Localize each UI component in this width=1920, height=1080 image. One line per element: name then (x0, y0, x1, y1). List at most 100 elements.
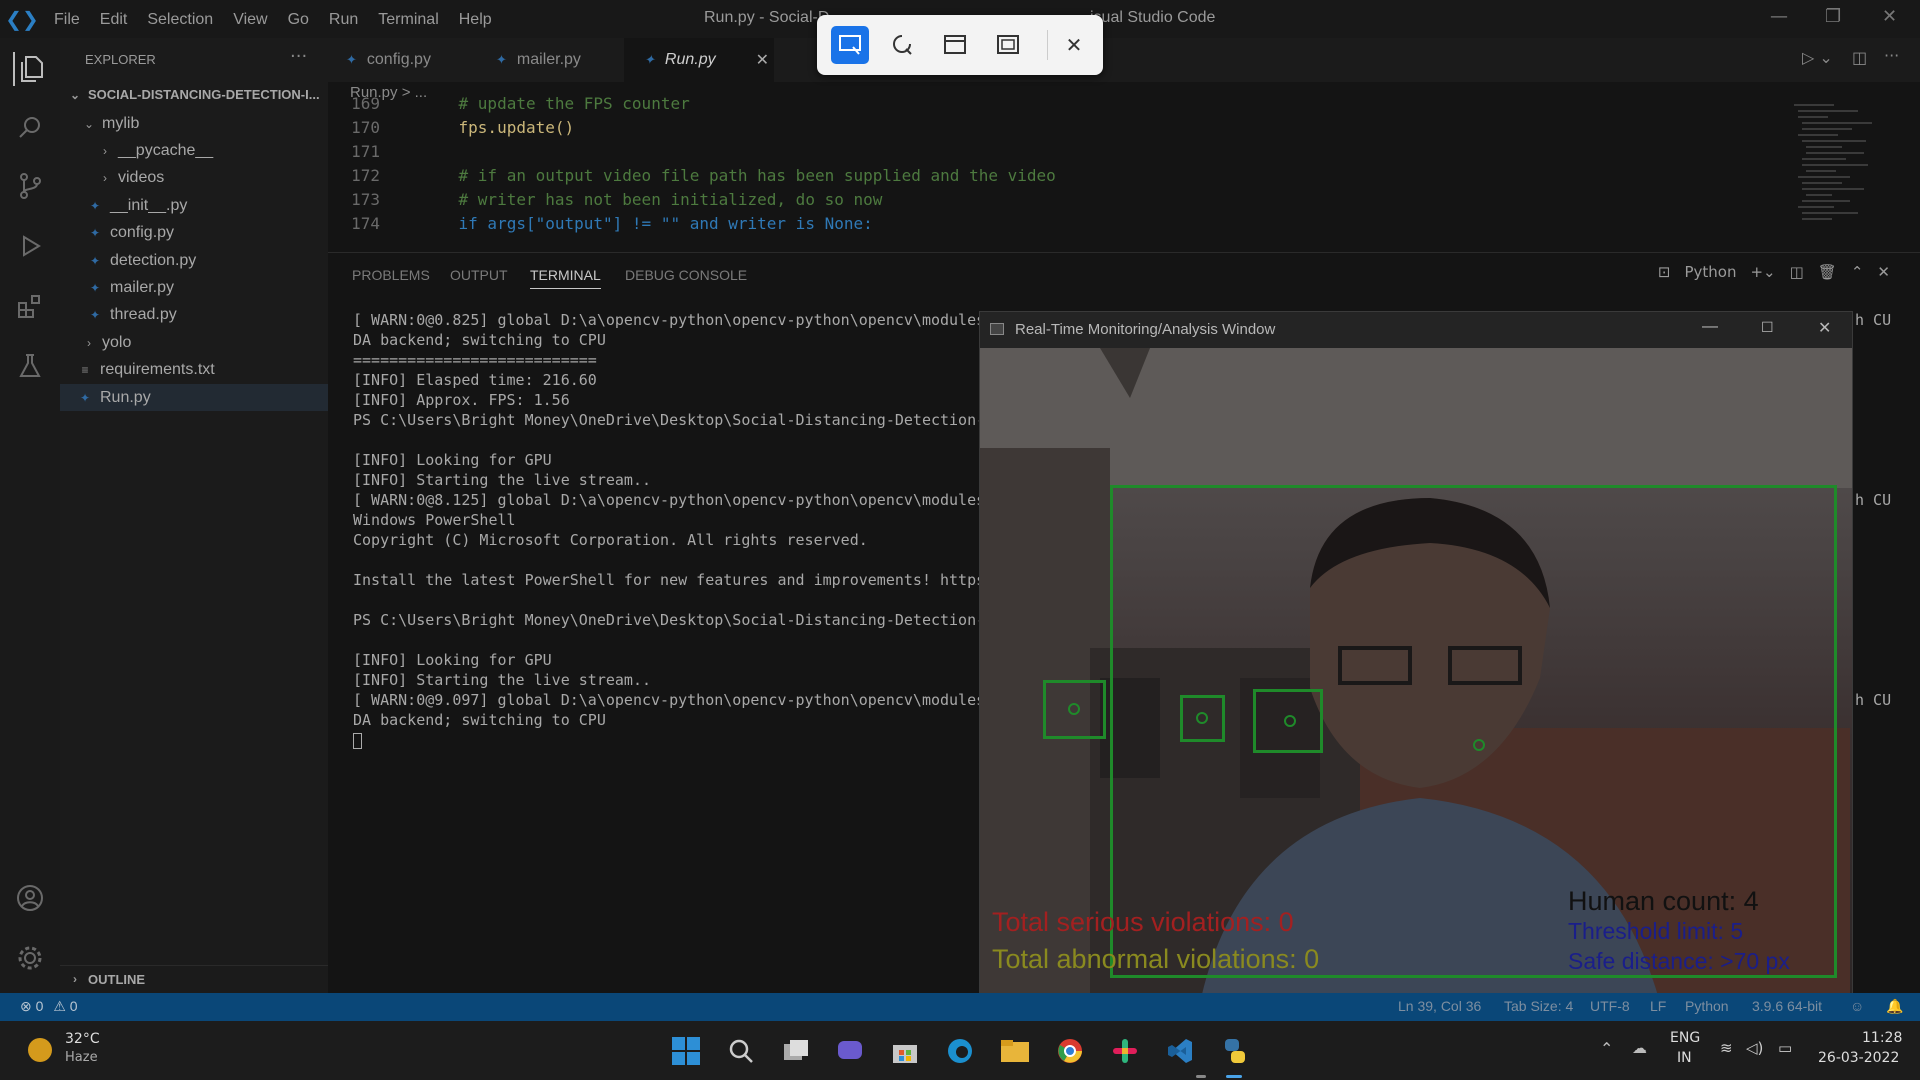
tray-chevron-icon[interactable]: ⌃ (1600, 1039, 1613, 1058)
trash-icon[interactable]: 🗑 (1818, 263, 1837, 281)
tab-terminal[interactable]: TERMINAL (530, 267, 601, 289)
edge-browser-icon[interactable] (942, 1033, 978, 1069)
search-icon[interactable] (723, 1033, 759, 1069)
feedback-icon[interactable]: ☺ (1850, 998, 1864, 1014)
start-windows-icon[interactable] (668, 1033, 704, 1069)
tree-file-thread[interactable]: ✦ thread.py (60, 301, 328, 328)
maximize-icon[interactable]: ☐ (1761, 319, 1774, 336)
weather-sun-icon[interactable] (28, 1038, 52, 1062)
python-taskbar-icon[interactable] (1217, 1033, 1253, 1069)
battery-icon[interactable]: ▭ (1778, 1039, 1792, 1057)
menu-terminal[interactable]: Terminal (378, 11, 438, 28)
weather-condition[interactable]: Haze (65, 1050, 98, 1065)
tab-problems[interactable]: PROBLEMS (352, 267, 430, 283)
tree-file-init[interactable]: ✦ __init__.py (60, 192, 328, 219)
close-panel-icon[interactable]: ✕ (1877, 263, 1890, 281)
rectangle-snip-icon[interactable] (831, 26, 869, 64)
close-tab-icon[interactable]: ✕ (756, 50, 769, 70)
tab-mailer[interactable]: ✦ mailer.py (328, 38, 581, 82)
weather-temp[interactable]: 32°C (65, 1031, 100, 1047)
store-icon[interactable] (887, 1033, 923, 1069)
tree-folder-mylib[interactable]: ⌄ mylib (60, 110, 328, 137)
monitoring-titlebar[interactable]: Real-Time Monitoring/Analysis Window — ☐… (980, 312, 1852, 348)
tree-label: thread.py (110, 305, 177, 323)
minimize-icon[interactable]: — (1770, 6, 1788, 27)
testing-icon[interactable] (13, 349, 47, 383)
window-snip-icon[interactable] (936, 26, 974, 64)
menu-edit[interactable]: Edit (100, 11, 128, 28)
monitoring-window[interactable]: Real-Time Monitoring/Analysis Window — ☐… (979, 311, 1853, 1004)
run-debug-icon[interactable] (13, 229, 47, 263)
line-ending[interactable]: LF (1650, 998, 1666, 1014)
tab-output[interactable]: OUTPUT (450, 267, 508, 283)
file-explorer-icon[interactable] (997, 1033, 1033, 1069)
editor-more-icon[interactable]: ··· (1884, 46, 1899, 65)
close-icon[interactable]: ✕ (1818, 318, 1831, 338)
minimap[interactable] (1790, 100, 1900, 240)
new-terminal-icon[interactable]: +⌄ (1750, 263, 1775, 281)
explorer-icon[interactable] (13, 52, 47, 86)
tab-run[interactable]: ✦ Run.py ✕ (624, 38, 774, 82)
tree-file-config[interactable]: ✦ config.py (60, 219, 328, 246)
cursor-position[interactable]: Ln 39, Col 36 (1398, 998, 1481, 1014)
clock-time[interactable]: 11:28 (1862, 1030, 1902, 1046)
more-actions-icon[interactable]: ··· (290, 46, 307, 67)
fullscreen-snip-icon[interactable] (989, 26, 1027, 64)
menu-help[interactable]: Help (459, 11, 492, 28)
language-mode[interactable]: Python (1685, 998, 1729, 1014)
code-editor[interactable]: 169 # update the FPS counter 170 fps.upd… (328, 94, 1778, 248)
tree-file-detection[interactable]: ✦ detection.py (60, 247, 328, 274)
slack-icon[interactable] (1107, 1033, 1143, 1069)
close-icon[interactable]: ✕ (1882, 6, 1897, 27)
language-indicator[interactable]: ENG (1670, 1030, 1700, 1046)
line-number: 171 (351, 142, 380, 161)
chrome-icon[interactable] (1052, 1033, 1088, 1069)
freeform-snip-icon[interactable] (883, 26, 921, 64)
vscode-logo-icon: ❮❯ (5, 7, 39, 31)
menu-view[interactable]: View (233, 11, 267, 28)
notifications-icon[interactable]: 🔔 (1886, 998, 1903, 1015)
terminal-shell-label[interactable]: Python (1684, 263, 1736, 281)
interpreter[interactable]: 3.9.6 64-bit (1752, 998, 1822, 1014)
menu-run[interactable]: Run (329, 11, 358, 28)
code-text: # update the FPS counter (420, 94, 690, 113)
tree-file-run[interactable]: ✦ Run.py (60, 384, 328, 411)
volume-icon[interactable]: ◁) (1746, 1039, 1763, 1057)
tree-file-requirements[interactable]: ≡ requirements.txt (60, 356, 328, 383)
restore-icon[interactable]: ❐ (1825, 6, 1841, 27)
tree-folder-pycache[interactable]: › __pycache__ (60, 137, 328, 164)
clock-date[interactable]: 26-03-2022 (1818, 1050, 1899, 1066)
menu-file[interactable]: File (54, 11, 80, 28)
settings-gear-icon[interactable] (13, 941, 47, 975)
onedrive-icon[interactable]: ☁ (1632, 1039, 1647, 1057)
indentation[interactable]: Tab Size: 4 (1504, 998, 1573, 1014)
outline-section[interactable]: › OUTLINE (60, 965, 328, 992)
tree-file-mailer[interactable]: ✦ mailer.py (60, 274, 328, 301)
menu-go[interactable]: Go (288, 11, 309, 28)
problems-indicator[interactable]: ⊗ 0 ⚠ 0 (20, 998, 78, 1015)
menu-selection[interactable]: Selection (147, 11, 213, 28)
chat-icon[interactable] (832, 1033, 868, 1069)
maximize-panel-icon[interactable]: ⌃ (1851, 263, 1864, 281)
terminal-line: Windows PowerShell (353, 511, 516, 529)
encoding[interactable]: UTF-8 (1590, 998, 1630, 1014)
vscode-taskbar-icon[interactable] (1162, 1033, 1198, 1069)
split-terminal-icon[interactable]: ◫ (1790, 263, 1804, 281)
workspace-root[interactable]: ⌄ SOCIAL-DISTANCING-DETECTION-I... (60, 81, 328, 108)
status-bar: ⊗ 0 ⚠ 0 Ln 39, Col 36 Tab Size: 4 UTF-8 … (0, 993, 1920, 1021)
source-control-icon[interactable] (13, 169, 47, 203)
task-view-icon[interactable] (778, 1033, 814, 1069)
region-indicator[interactable]: IN (1677, 1050, 1692, 1066)
abnormal-violations-text: Total abnormal violations: 0 (992, 944, 1320, 974)
close-snip-icon[interactable]: ✕ (1055, 26, 1093, 64)
tree-folder-yolo[interactable]: › yolo (60, 329, 328, 356)
extensions-icon[interactable] (13, 289, 47, 323)
tree-folder-videos[interactable]: › videos (60, 164, 328, 191)
run-file-icon[interactable]: ▷ ⌄ (1802, 48, 1833, 67)
account-icon[interactable] (13, 881, 47, 915)
wifi-icon[interactable]: ≋ (1720, 1039, 1733, 1057)
search-icon[interactable] (13, 110, 47, 144)
minimize-icon[interactable]: — (1702, 318, 1718, 336)
split-editor-icon[interactable]: ◫ (1852, 48, 1867, 67)
tab-debug-console[interactable]: DEBUG CONSOLE (625, 267, 747, 283)
